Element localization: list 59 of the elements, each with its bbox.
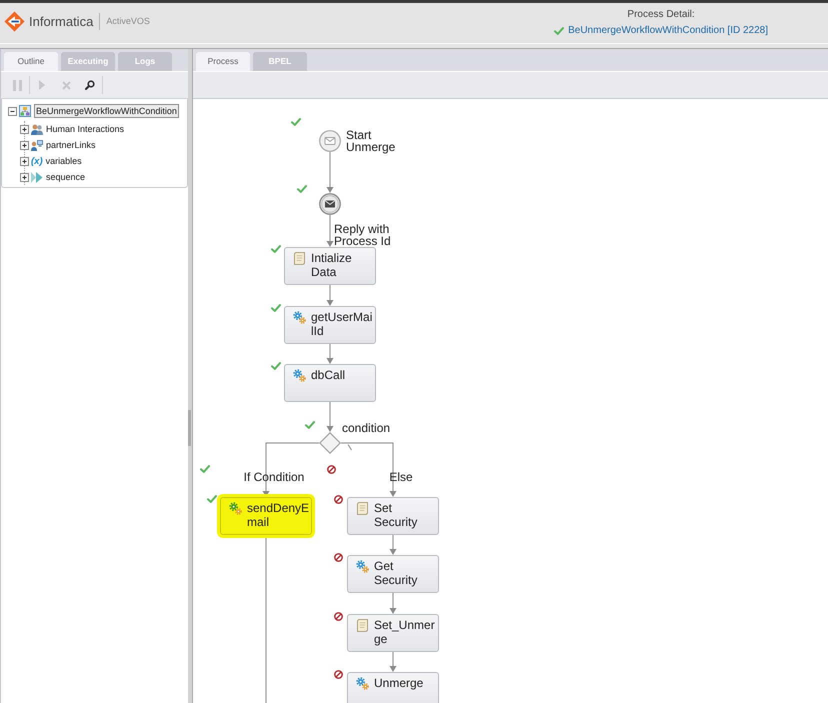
activity-node[interactable]: Set_Unmer ge [347,614,439,652]
tab[interactable]: Outline [4,52,58,71]
double-chevron-icon [31,172,43,182]
tree-item[interactable]: Human Interactions [46,123,124,135]
flowchart-icon [19,105,31,117]
connector-arrow [326,344,334,364]
branch-label: Else [389,470,413,484]
connector-arrow [326,152,334,193]
event-label: Reply with Process Id [334,223,391,247]
brand-name: Informatica [29,14,94,29]
document-icon [294,252,305,265]
connector-arrow [390,534,396,555]
tree-item[interactable]: partnerLinks [46,139,96,151]
expand-toggle[interactable] [20,156,29,166]
process-link[interactable]: BeUnmergeWorkflowWithCondition [ID 2228] [568,25,768,37]
activity-node[interactable]: getUserMai lId [284,306,376,344]
activity-node[interactable]: Unmerge [347,672,439,703]
expand-toggle[interactable] [20,172,29,182]
gears-icon [293,311,306,324]
activity-node[interactable]: Set Security [347,497,439,535]
play-icon [39,80,45,90]
envelope-icon [319,130,341,152]
envelope-icon [319,193,341,215]
connector-arrow [326,214,334,247]
people-icon [31,124,43,134]
cross-icon [62,80,70,90]
branch-label: If Condition [244,470,304,484]
collapse-toggle[interactable] [8,106,17,116]
gears-icon [356,560,369,573]
connector-arrow [326,402,334,432]
expand-toggle[interactable] [20,140,29,150]
gateway-label: condition [342,421,390,435]
gears-icon [229,502,242,515]
activity-node[interactable]: Get Security [347,555,439,593]
tree-item[interactable]: BeUnmergeWorkflowWithCondition [34,104,179,118]
gears-icon [293,369,306,382]
splitter-handle[interactable] [188,410,191,446]
document-icon [357,502,368,515]
product-name: ActiveVOS [106,16,150,27]
expand-toggle[interactable] [20,124,29,134]
connector-arrow [390,652,396,672]
pause-icon [12,80,22,90]
person-monitor-icon [31,140,43,150]
gears-icon [356,677,369,690]
process-detail-label: Process Detail: [627,9,695,21]
variables-icon: (x) [31,156,43,166]
connector-arrow [326,284,334,306]
document-icon [357,619,368,632]
search-icon [85,80,95,90]
activity-node[interactable]: Intialize Data [284,247,376,285]
gateway-diamond [319,432,341,454]
connector-arrow [390,592,396,614]
activity-node[interactable]: dbCall [284,364,376,402]
tree-item[interactable]: variables [46,155,82,167]
tab[interactable]: Process [196,52,250,71]
logo-icon [4,11,25,32]
activity-node[interactable]: sendDenyE mail [220,497,312,535]
event-label: Start Unmerge [346,129,396,153]
tree-item[interactable]: sequence [46,171,86,183]
